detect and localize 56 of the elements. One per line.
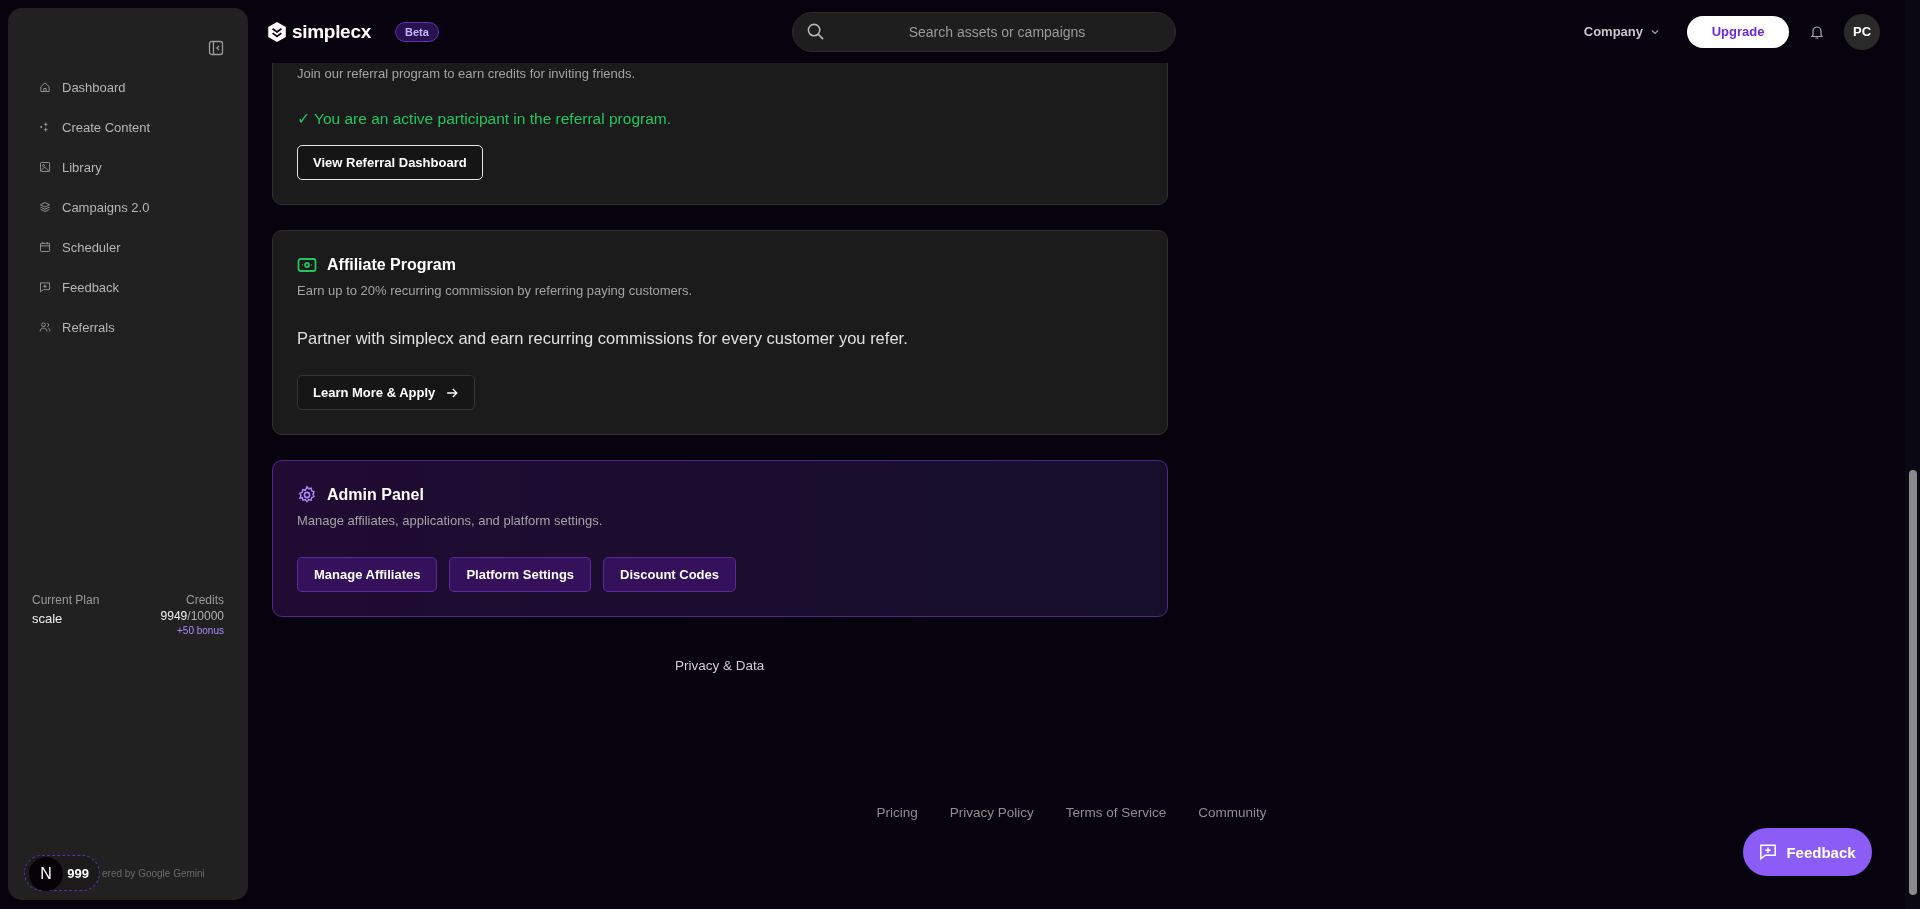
action-button[interactable]: View Referral Dashboard — [297, 145, 483, 180]
card-description: Join our referral program to earn credits for inviting friends. — [297, 65, 637, 83]
status-message: ✓ You are an active participant in the referral program. — [297, 109, 672, 129]
footer-link[interactable]: Privacy Policy — [949, 805, 1034, 820]
sidebar-toggle-icon[interactable] — [208, 40, 224, 56]
action-button[interactable]: Learn More & Apply — [297, 375, 476, 410]
badge-count: 999 — [67, 865, 89, 881]
plan-label: Current Plan — [32, 592, 100, 608]
privacy-link[interactable]: Privacy & Data — [675, 657, 765, 675]
credits-label: Credits — [186, 592, 224, 608]
banknote-icon — [297, 255, 317, 275]
card-text: Partner with simplecx and earn recurring commissions for every customer you refer. — [297, 328, 909, 349]
sidebar-item[interactable]: Library — [24, 147, 232, 187]
search-icon — [806, 21, 825, 41]
card-title: Admin Panel — [327, 486, 424, 504]
sidebar-item[interactable]: Scheduler — [24, 227, 232, 267]
scrollbar-thumb[interactable] — [1908, 470, 1917, 895]
layers-icon — [39, 201, 51, 213]
company-menu[interactable]: Company — [1583, 24, 1661, 39]
message-plus-icon — [1759, 843, 1778, 861]
user-avatar[interactable]: PC — [1844, 13, 1880, 50]
settings-icon — [297, 485, 317, 505]
count-badge[interactable]: N 999 — [24, 855, 100, 891]
users-icon — [39, 321, 51, 333]
card-description: Manage affiliates, applications, and platform settings. — [297, 512, 604, 530]
sidebar-item[interactable]: Dashboard — [24, 67, 232, 107]
scrollbar[interactable] — [1905, 0, 1920, 909]
footer-link[interactable]: Community — [1198, 805, 1267, 820]
sidebar-item[interactable]: Referrals — [24, 307, 232, 347]
action-button[interactable]: Discount Codes — [603, 557, 737, 592]
sparkle-icon — [39, 121, 51, 133]
logo-icon — [266, 20, 288, 43]
footer-link[interactable]: Terms of Service — [1065, 805, 1167, 820]
plan-name: scale — [32, 610, 64, 628]
logo-text[interactable]: simplecx — [292, 20, 371, 43]
sidebar-item[interactable]: Create Content — [24, 107, 232, 147]
feedback-button[interactable]: Feedback — [1743, 828, 1872, 876]
upgrade-button[interactable]: Upgrade — [1687, 15, 1789, 48]
action-button[interactable]: Platform Settings — [449, 557, 592, 592]
credits-value: 9949/10000 — [160, 608, 224, 624]
bonus-credits: +50 bonus — [177, 624, 224, 638]
card-title: Affiliate Program — [327, 256, 456, 274]
search-field[interactable]: Search assets or campaigns — [792, 11, 1176, 52]
sidebar-item[interactable]: Campaigns 2.0 — [24, 187, 232, 227]
action-button[interactable]: Manage Affiliates — [297, 557, 438, 592]
image-icon — [39, 161, 51, 173]
powered-by-text: ered by Google Gemini — [102, 867, 205, 879]
calendar-icon — [39, 241, 51, 253]
card-description: Earn up to 20% recurring commission by referring paying customers. — [297, 282, 694, 300]
letter-avatar: N — [29, 857, 63, 891]
message-icon — [39, 281, 51, 293]
home-icon — [39, 81, 51, 93]
notification-bell-icon[interactable] — [1809, 23, 1825, 40]
beta-badge: Beta — [394, 21, 439, 42]
footer-link[interactable]: Pricing — [876, 805, 918, 820]
sidebar-item[interactable]: Feedback — [24, 267, 232, 307]
